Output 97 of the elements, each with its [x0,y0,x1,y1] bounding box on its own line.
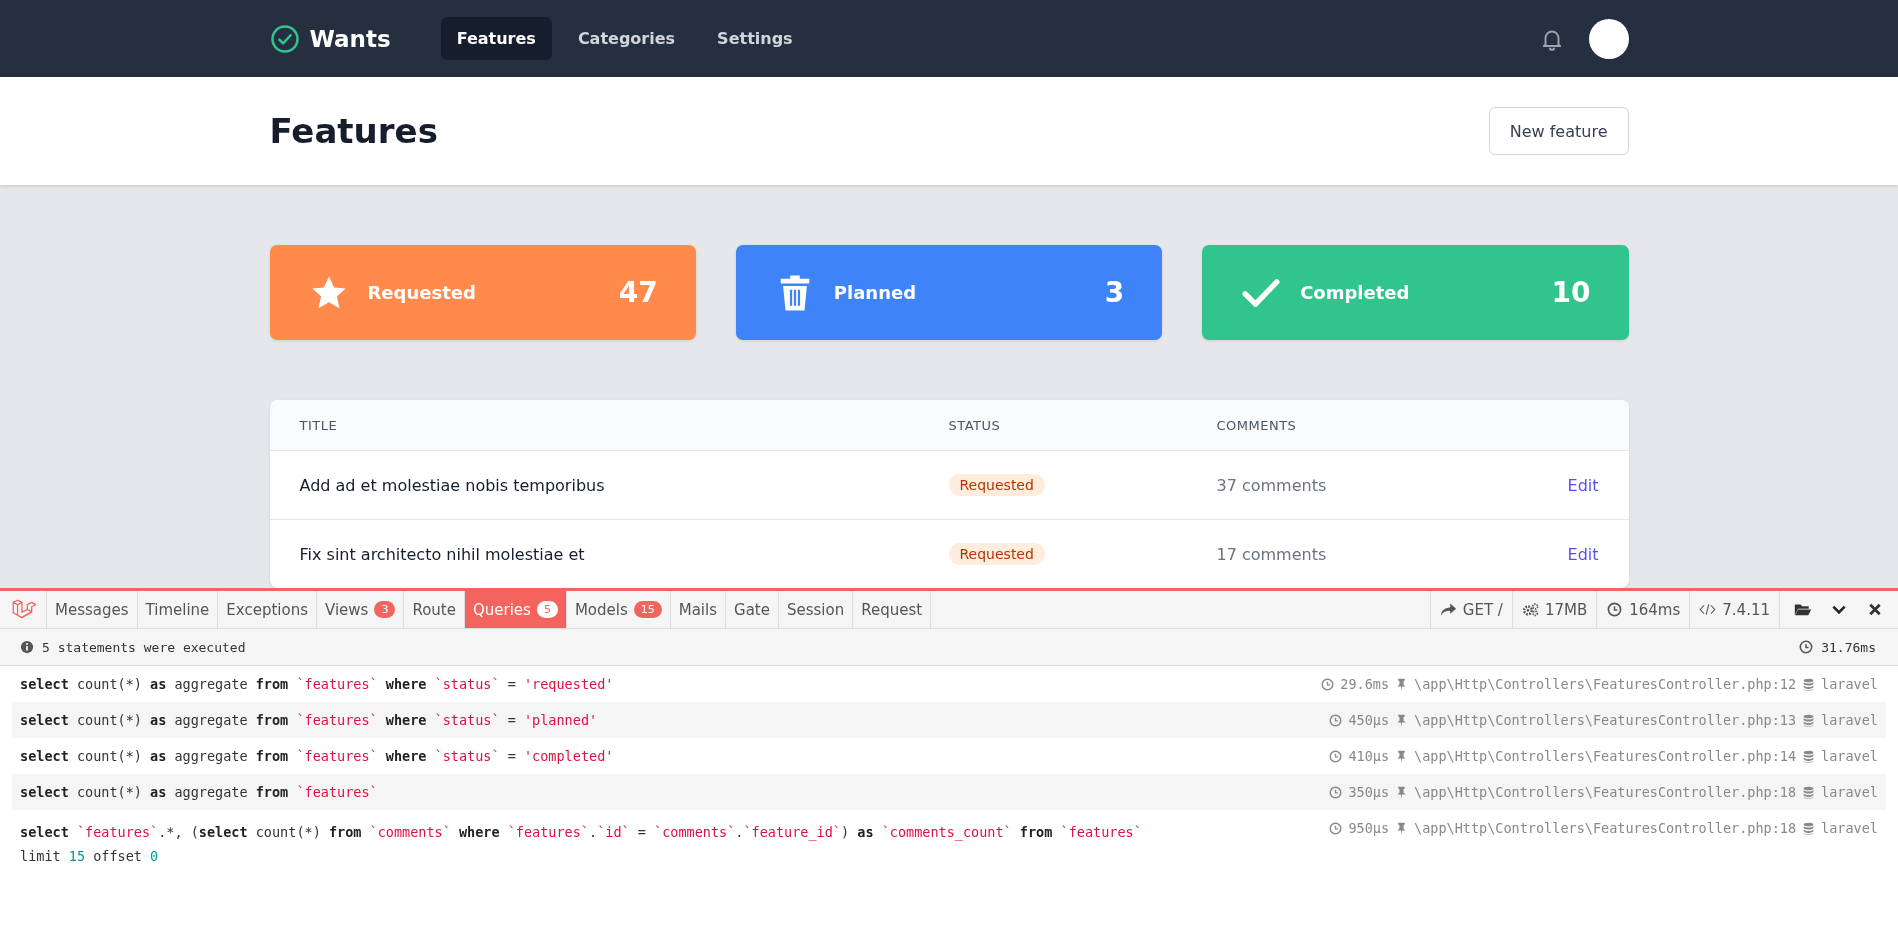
check-circle-icon [269,23,300,54]
sql-query: select count(*) as aggregate from `features` where `status` = 'requested' [20,676,614,692]
debug-tab[interactable]: Views 3 [317,591,405,628]
tab-label: Timeline [145,600,210,619]
sql-query: select `features`.*, (select count(*) from `comments` where `features`.`id` = `comments`.`feature_id`) as `comments_count` from `features` limit 15 offset 0 [20,823,1142,866]
pin-icon [1395,821,1409,835]
tab-label: Gate [734,600,770,619]
connection-name: laravel [1821,676,1878,692]
comment-count: 17 comments [1216,544,1328,564]
sql-query: select count(*) as aggregate from `features` where `status` = 'planned' [20,712,598,728]
new-feature-button[interactable]: New feature [1488,107,1629,155]
nav-link[interactable]: Categories [561,17,692,60]
tab-label: Mails [678,600,718,619]
feature-title: Add ad et molestiae nobis temporibus [299,475,606,495]
database-icon [1802,713,1816,727]
query-duration: 350μs [1348,784,1390,800]
tab-label: Queries [472,600,531,619]
clock-icon [1329,785,1343,799]
column-header: TITLE [299,417,339,433]
memory-usage: 17MB [1544,600,1588,619]
total-query-time: 31.76ms [1821,639,1876,655]
status-badge: Requested [948,543,1045,565]
debug-tab[interactable]: Exceptions [218,591,317,628]
connection-name: laravel [1821,748,1878,764]
tab-label: Route [412,600,456,619]
php-version: 7.4.11 [1722,600,1770,619]
debug-tab[interactable]: Mails [670,591,727,628]
debug-tab[interactable]: Messages [47,591,138,628]
connection-name: laravel [1821,784,1878,800]
debug-tab[interactable]: Gate [726,591,779,628]
folder-icon[interactable] [1794,602,1812,617]
count-badge: 3 [374,601,396,618]
debug-tab[interactable]: Request [853,591,932,628]
clock-icon [1329,749,1343,763]
debug-tab[interactable]: Route [404,591,465,628]
database-icon [1802,749,1816,763]
stat-count: 3 [1104,276,1125,309]
count-badge: 5 [536,601,558,618]
clock-icon [1799,640,1814,654]
query-duration: 950μs [1348,820,1390,836]
pin-icon [1395,749,1409,763]
source-file: \app\Http\Controllers\FeaturesController.php:13 [1414,712,1797,728]
tab-label: Exceptions [226,600,308,619]
pin-icon [1395,713,1409,727]
pin-icon [1395,677,1409,691]
tab-label: Session [786,600,845,619]
tab-label: Views [325,600,369,619]
request-duration: 164ms [1629,600,1681,619]
source-file: \app\Http\Controllers\FeaturesController.php:14 [1414,748,1797,764]
column-header: COMMENTS [1216,417,1298,433]
clock-icon [1329,713,1343,727]
avatar-image[interactable] [1588,18,1629,59]
nav-link[interactable]: Features [440,17,552,60]
request-method: GET / [1462,600,1503,619]
connection-name: laravel [1821,820,1878,836]
source-file: \app\Http\Controllers\FeaturesController.php:18 [1414,784,1797,800]
query-duration: 410μs [1348,748,1390,764]
clock-icon [1606,602,1624,617]
info-icon [20,640,34,654]
database-icon [1802,821,1816,835]
debug-tab[interactable]: Models 15 [566,591,671,628]
stat-label: Completed [1300,282,1410,303]
count-badge: 15 [633,601,662,618]
debug-tab[interactable]: Timeline [137,591,219,628]
database-icon [1802,785,1816,799]
query-duration: 29.6ms [1340,676,1390,692]
feature-title: Fix sint architecto nihil molestiae et [299,544,586,564]
share-arrow-icon [1439,602,1457,617]
nav-link[interactable]: Settings [701,17,809,60]
comment-count: 37 comments [1216,475,1328,495]
edit-link[interactable]: Edit [1567,475,1599,495]
clock-icon [1329,821,1343,835]
debug-tab[interactable]: Session [778,591,854,628]
stat-label: Requested [367,282,476,303]
stat-card[interactable]: Planned 3 [735,245,1163,340]
edit-link[interactable]: Edit [1567,544,1599,564]
stat-label: Planned [833,282,917,303]
column-header: STATUS [948,417,1002,433]
stat-count: 10 [1551,276,1591,309]
sql-query: select count(*) as aggregate from `features` where `status` = 'completed' [20,748,614,764]
pin-icon [1395,785,1409,799]
code-icon [1699,602,1717,617]
status-badge: Requested [948,474,1045,496]
database-icon [1802,677,1816,691]
connection-name: laravel [1821,712,1878,728]
sql-query: select count(*) as aggregate from `features` [20,784,378,800]
tab-label: Messages [55,600,129,619]
page-title: Features [269,111,438,151]
source-file: \app\Http\Controllers\FeaturesController.php:18 [1414,820,1797,836]
tab-label: Models [574,600,628,619]
clock-icon [1321,677,1335,691]
query-duration: 450μs [1348,712,1390,728]
statement-summary: 5 statements were executed [42,639,246,655]
tab-label: Request [861,600,923,619]
stat-count: 47 [618,276,658,309]
brand-name: Wants [309,25,391,52]
source-file: \app\Http\Controllers\FeaturesController.php:12 [1414,676,1797,692]
